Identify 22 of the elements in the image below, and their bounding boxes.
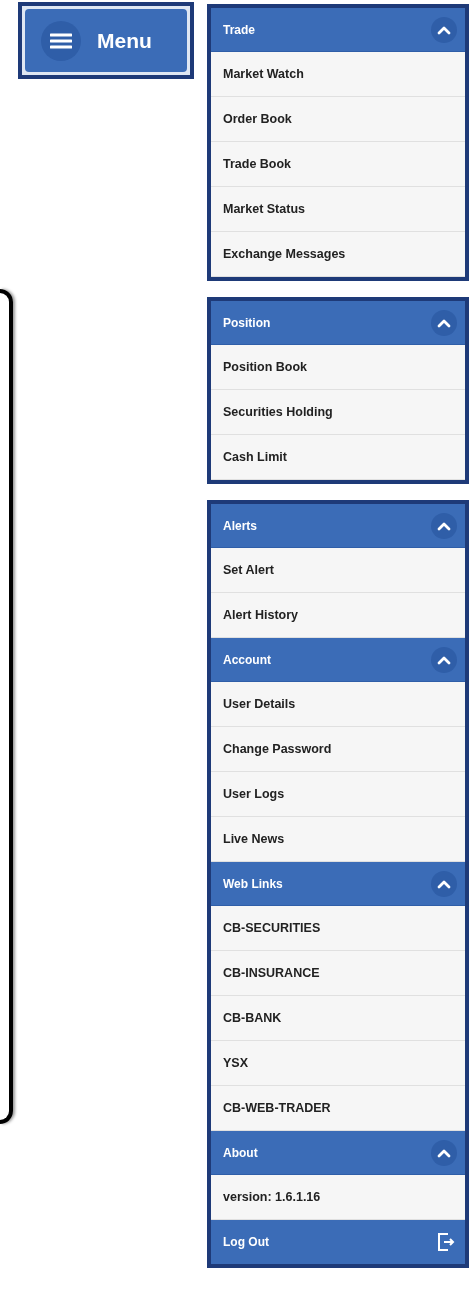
section-header[interactable]: Web Links bbox=[211, 862, 465, 906]
section-title: Alerts bbox=[223, 517, 257, 535]
section-header[interactable]: Alerts bbox=[211, 504, 465, 548]
section-header[interactable]: Trade bbox=[211, 8, 465, 52]
chevron-up-icon[interactable] bbox=[431, 512, 457, 539]
section-title: Position bbox=[223, 314, 271, 332]
section-title: Account bbox=[223, 651, 271, 669]
section-title: Trade bbox=[223, 21, 255, 39]
chevron-up-icon[interactable] bbox=[431, 1139, 457, 1166]
menu-button[interactable]: Menu bbox=[25, 9, 187, 72]
section-title: Web Links bbox=[223, 875, 283, 893]
chevron-up-icon[interactable] bbox=[431, 870, 457, 897]
section-header[interactable]: About bbox=[211, 1131, 465, 1175]
chevron-up-icon[interactable] bbox=[431, 309, 457, 336]
chevron-up-icon[interactable] bbox=[431, 646, 457, 673]
section-title: About bbox=[223, 1144, 258, 1162]
section-header[interactable]: Account bbox=[211, 638, 465, 682]
chevron-up-icon[interactable] bbox=[431, 16, 457, 43]
logout-button[interactable]: Log Out bbox=[211, 1220, 465, 1264]
logout-icon bbox=[437, 1232, 455, 1252]
section-header[interactable]: Position bbox=[211, 301, 465, 345]
menu-icon bbox=[41, 20, 81, 61]
